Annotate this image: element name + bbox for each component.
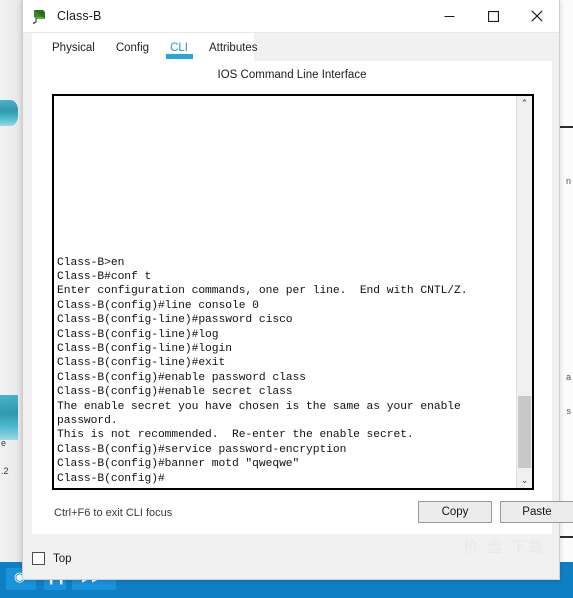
background-left-panel [0,0,23,598]
tab-cli[interactable]: CLI [166,33,193,59]
terminal-line-list: Class-B>en Class-B#conf t Enter configur… [57,256,516,487]
terminal-line: Class-B(config-line)#exit [57,357,226,370]
tab-attributes[interactable]: Attributes [209,33,258,55]
window-titlebar[interactable]: Class-B [23,0,559,33]
cli-footer: Ctrl+F6 to exit CLI focus Copy Paste [32,501,573,529]
terminal-line: This is not recommended. Re-enter the en… [57,429,414,442]
background-left-accent-mid [0,395,18,440]
tab-bar: Physical Config CLI Attributes [23,33,559,62]
cli-focus-hint: Ctrl+F6 to exit CLI focus [54,507,173,519]
scroll-down-icon[interactable]: ⌄ [517,473,532,488]
top-option-row[interactable]: Top [32,552,72,565]
window-controls [427,0,559,32]
background-left-text-fragment-1: e [1,438,7,448]
terminal-line: password. [57,414,118,427]
background-right-text-fragment-1: n [565,176,571,186]
watermark: 价 盘 下载 [463,538,545,556]
tab-list: Physical Config CLI Attributes [32,33,559,62]
panel-title: IOS Command Line Interface [217,69,367,81]
terminal-output[interactable]: Class-B>en Class-B#conf t Enter configur… [54,96,516,488]
background-left-accent-top [0,100,18,126]
background-left-text-fragment-2: .2 [1,466,9,476]
tab-config[interactable]: Config [116,33,149,55]
device-switch-icon [31,8,47,24]
terminal-line: Class-B(config-line)#password cisco [57,314,293,327]
close-button[interactable] [515,0,559,32]
terminal-line: Class-B(config)#enable secret class [57,386,293,399]
window-title: Class-B [57,9,102,23]
minimize-button[interactable] [427,0,471,32]
cli-panel: IOS Command Line Interface Class-B>en Cl… [32,61,573,534]
tab-physical[interactable]: Physical [52,33,95,55]
scrollbar-thumb[interactable] [518,396,531,468]
terminal-line-prompt: Class-B(config)# [57,472,165,485]
background-right-text-fragment-3: s [566,406,572,416]
scroll-up-icon[interactable]: ⌃ [517,96,532,111]
terminal-line: Class-B(config)#service password-encrypt… [57,443,347,456]
terminal-line: Class-B(config)#line console 0 [57,299,259,312]
background-right-text-fragment-2: a [565,372,571,382]
copy-button[interactable]: Copy [418,501,492,523]
terminal-line: Class-B(config)#banner motd "qweqwe" [57,458,300,471]
terminal-line: The enable secret you have chosen is the… [57,400,461,413]
terminal-line: Class-B#conf t [57,270,152,283]
terminal-line: Enter configuration commands, one per li… [57,285,468,298]
terminal-scrollbar[interactable]: ⌃ ⌄ [516,96,532,488]
maximize-button[interactable] [471,0,515,32]
top-checkbox-label: Top [53,552,72,565]
terminal-line: Class-B(config-line)#log [57,328,219,341]
paste-button[interactable]: Paste [500,501,573,523]
device-config-window: Class-B Physical Config CLI Attributes I… [22,0,573,580]
terminal-line: Class-B(config-line)#login [57,342,232,355]
top-checkbox[interactable] [32,552,45,565]
terminal-container: Class-B>en Class-B#conf t Enter configur… [52,94,534,490]
terminal-line: Class-B(config)#enable password class [57,371,306,384]
terminal-line: Class-B>en [57,256,125,269]
